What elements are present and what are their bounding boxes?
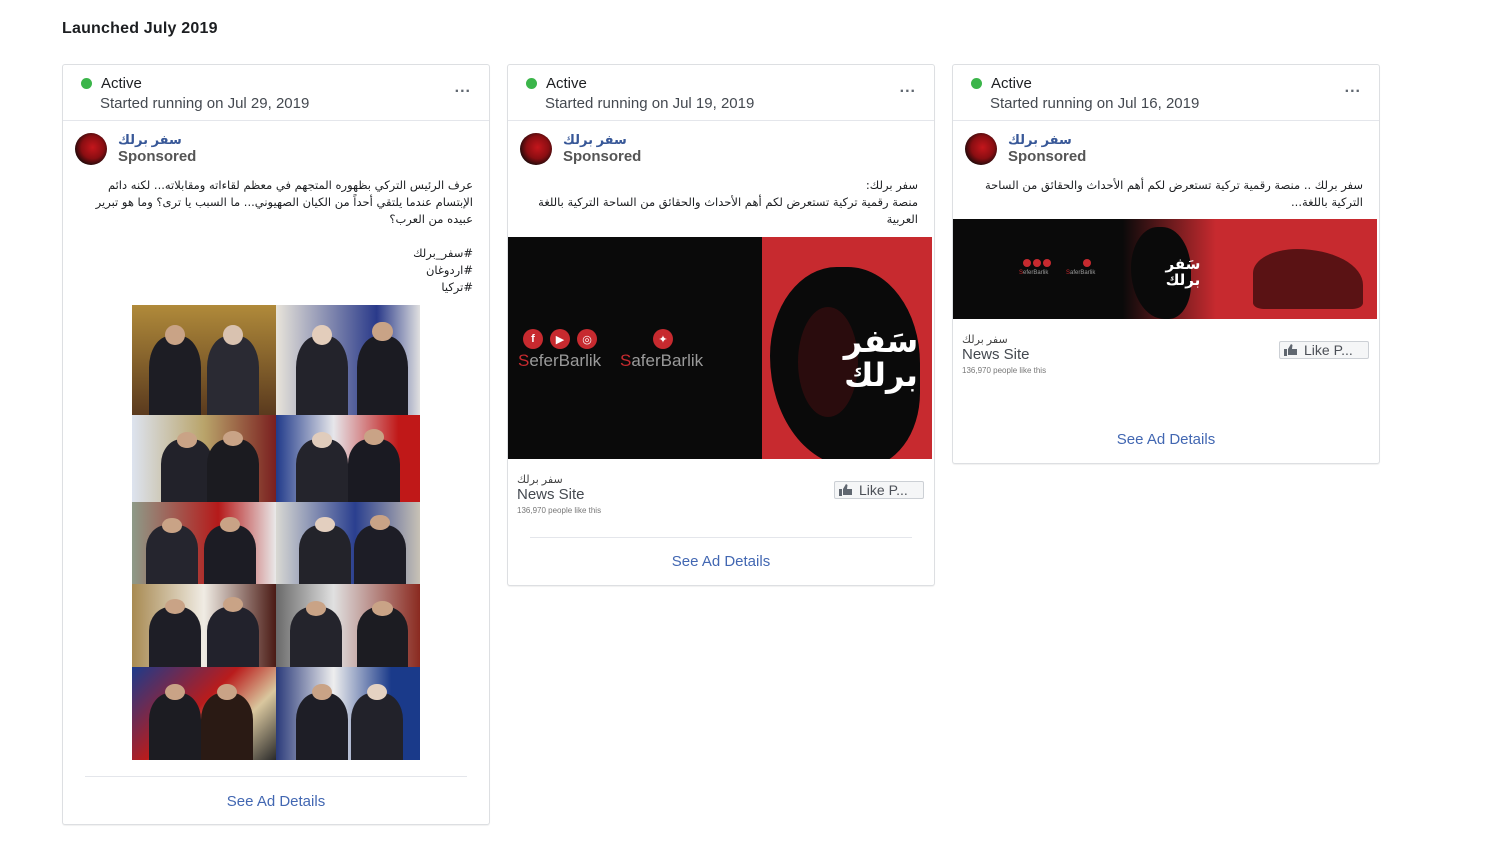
cta-category: News Site: [962, 346, 1030, 363]
started-running-date: Started running on Jul 16, 2019: [990, 95, 1200, 112]
divider: [530, 537, 912, 538]
thumbs-up-icon: [1284, 344, 1297, 356]
page-name-link[interactable]: سفر برلك: [1008, 132, 1072, 148]
status-label: Active: [991, 75, 1032, 92]
card-header: Active Started running on Jul 19, 2019 .…: [508, 65, 934, 121]
handle-initial: S: [518, 351, 530, 370]
status-label: Active: [101, 75, 142, 92]
page-avatar[interactable]: [75, 133, 107, 165]
banner-logo-line-2: برلك: [844, 356, 918, 394]
status: Active: [526, 75, 587, 92]
banner-handle-2: SaferBarlik: [1066, 270, 1095, 276]
cta-page-name: سفر برلك: [517, 474, 563, 486]
ad-banner-image[interactable]: f ▶ ◎ ✦ SeferBarlik SaferBarlik سَفر برل…: [508, 237, 932, 459]
card-header: Active Started running on Jul 29, 2019 .…: [63, 65, 489, 121]
thumbs-up-icon: [839, 484, 852, 496]
ad-image-collage[interactable]: [132, 305, 420, 765]
ad-body-text: سفر برلك .. منصة رقمية تركية تستعرض لكم …: [985, 178, 1363, 209]
see-ad-details-link[interactable]: See Ad Details: [63, 793, 489, 810]
ad-body-text: عرف الرئيس التركي بظهوره المتجهم في معظم…: [95, 178, 473, 294]
social-icon: [1083, 259, 1091, 267]
collage-photo: [132, 667, 276, 760]
cta-page-name: سفر برلك: [962, 334, 1008, 346]
active-status-dot-icon: [971, 78, 982, 89]
banner-logo-line-2: برلك: [1165, 271, 1201, 289]
like-page-button[interactable]: Like P...: [834, 481, 924, 499]
status: Active: [971, 75, 1032, 92]
collage-photo: [276, 305, 420, 415]
banner-logo-line-1: سَفر: [1165, 255, 1201, 273]
collage-photo: [276, 415, 420, 502]
like-page-label: Like P...: [859, 482, 908, 498]
status: Active: [81, 75, 142, 92]
ad-card-2: Active Started running on Jul 19, 2019 .…: [507, 64, 935, 586]
ad-banner-image[interactable]: SeferBarlik SaferBarlik سَفر برلك: [953, 219, 1377, 319]
post-header: سفر برلك Sponsored: [953, 121, 1379, 169]
sponsored-label: Sponsored: [1008, 148, 1087, 165]
started-running-date: Started running on Jul 19, 2019: [545, 95, 755, 112]
section-title: Launched July 2019: [62, 20, 218, 37]
started-running-date: Started running on Jul 29, 2019: [100, 95, 310, 112]
cta-likes: 136,970 people like this: [517, 506, 602, 515]
collage-photo: [276, 667, 420, 760]
cta-category: News Site: [517, 486, 585, 503]
handle-initial: S: [620, 351, 632, 370]
cta-likes: 136,970 people like this: [962, 366, 1047, 375]
page-name-link[interactable]: سفر برلك: [563, 132, 627, 148]
card-header: Active Started running on Jul 16, 2019 .…: [953, 65, 1379, 121]
handle-rest: eferBarlik: [529, 351, 602, 370]
twitter-icon: ✦: [653, 329, 673, 349]
status-label: Active: [546, 75, 587, 92]
like-page-label: Like P...: [1304, 342, 1353, 358]
collage-photo: [132, 415, 276, 502]
more-options-icon[interactable]: ...: [455, 79, 471, 97]
handle-rest: aferBarlik: [1070, 270, 1096, 276]
cta-row: سفر برلك News Site 136,970 people like t…: [953, 319, 1379, 389]
collage-photo: [276, 502, 420, 584]
banner-horseman-silhouette: [1253, 249, 1363, 309]
facebook-icon: f: [523, 329, 543, 349]
social-icon: [1043, 259, 1051, 267]
post-header: سفر برلك Sponsored: [63, 121, 489, 169]
page-name-link[interactable]: سفر برلك: [118, 132, 182, 148]
page-avatar[interactable]: [520, 133, 552, 165]
ad-card-1: Active Started running on Jul 29, 2019 .…: [62, 64, 490, 825]
ad-card-3: Active Started running on Jul 16, 2019 .…: [952, 64, 1380, 464]
see-ad-details-link[interactable]: See Ad Details: [508, 553, 934, 570]
banner-handle-1: SeferBarlik: [518, 351, 601, 371]
active-status-dot-icon: [81, 78, 92, 89]
page-avatar[interactable]: [965, 133, 997, 165]
post-header: سفر برلك Sponsored: [508, 121, 934, 169]
divider: [85, 776, 467, 777]
sponsored-label: Sponsored: [118, 148, 197, 165]
social-icon: [1033, 259, 1041, 267]
collage-photo: [276, 584, 420, 667]
collage-photo: [132, 584, 276, 667]
banner-handle-1: SeferBarlik: [1019, 270, 1048, 276]
more-options-icon[interactable]: ...: [1345, 79, 1361, 97]
see-ad-details-link[interactable]: See Ad Details: [953, 431, 1379, 448]
more-options-icon[interactable]: ...: [900, 79, 916, 97]
collage-photo: [132, 305, 276, 415]
sponsored-label: Sponsored: [563, 148, 642, 165]
youtube-icon: ▶: [550, 329, 570, 349]
like-page-button[interactable]: Like P...: [1279, 341, 1369, 359]
handle-rest: aferBarlik: [631, 351, 704, 370]
collage-photo: [132, 502, 276, 584]
banner-logo-line-1: سَفر: [843, 322, 919, 360]
cta-row: سفر برلك News Site 136,970 people like t…: [508, 459, 934, 529]
instagram-icon: ◎: [577, 329, 597, 349]
ad-body-text: سفر برلك: منصة رقمية تركية تستعرض لكم أه…: [538, 178, 918, 226]
social-icon: [1023, 259, 1031, 267]
active-status-dot-icon: [526, 78, 537, 89]
banner-handle-2: SaferBarlik: [620, 351, 703, 371]
handle-rest: eferBarlik: [1023, 270, 1049, 276]
